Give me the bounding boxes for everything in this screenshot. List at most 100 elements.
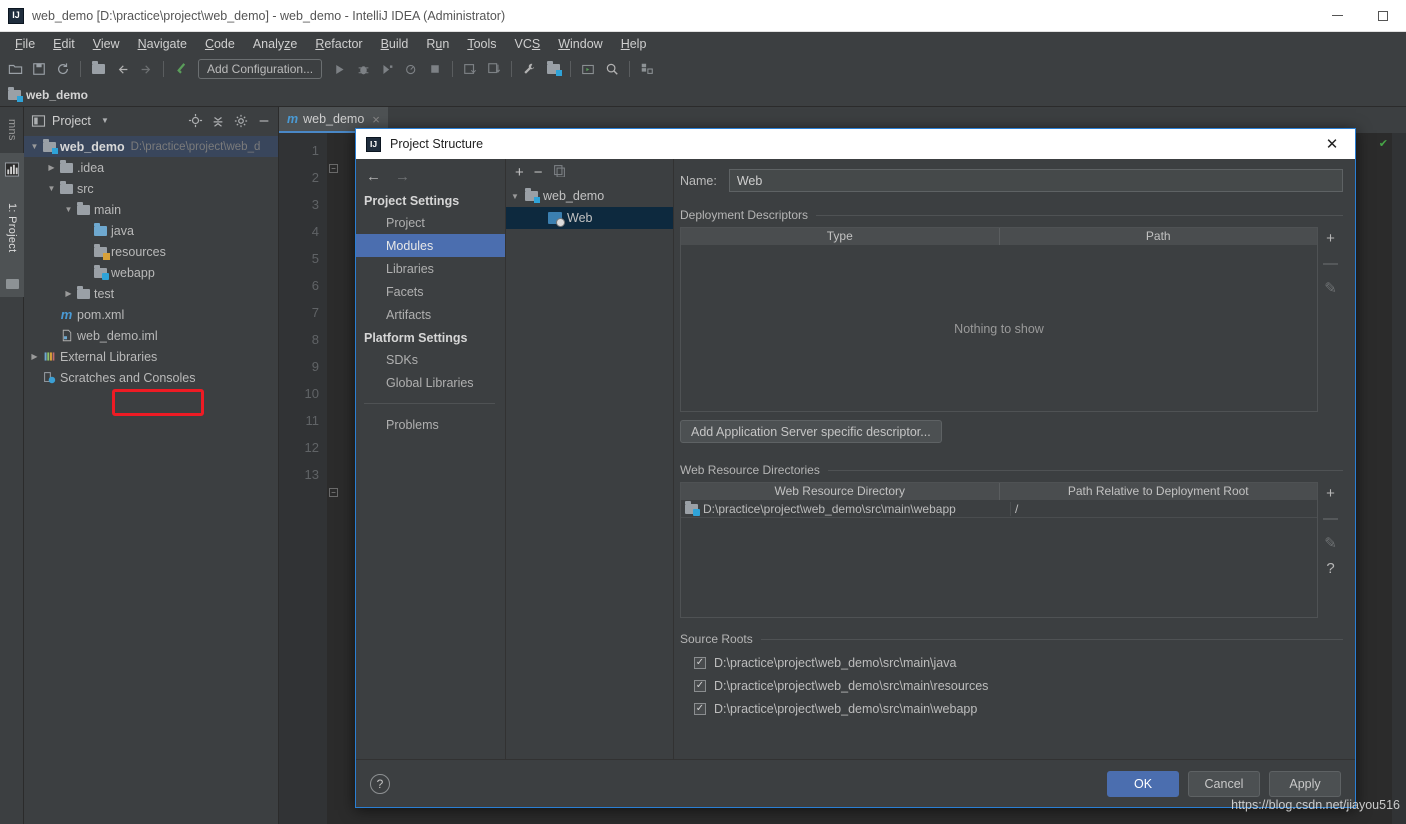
menu-help[interactable]: Help: [612, 35, 656, 53]
project-tree-item-web-demo-iml[interactable]: web_demo.iml: [24, 325, 278, 346]
close-icon[interactable]: ×: [372, 112, 380, 127]
nav-item-libraries[interactable]: Libraries: [356, 257, 505, 280]
hide-icon[interactable]: [255, 112, 273, 130]
source-root-checkbox[interactable]: ✓: [694, 702, 706, 715]
structure-icon[interactable]: [0, 271, 24, 297]
save-icon[interactable]: [28, 58, 50, 80]
project-tree-item--idea[interactable]: ▶ .idea: [24, 157, 278, 178]
sync-icon[interactable]: [52, 58, 74, 80]
chevron-down-icon[interactable]: ▼: [508, 192, 522, 201]
help-icon[interactable]: ?: [1326, 561, 1334, 576]
remove-icon[interactable]: —: [1323, 511, 1338, 526]
settings-wrench-icon[interactable]: [518, 58, 540, 80]
project-tree-item-web-demo[interactable]: ▼ web_demo D:\practice\project\web_d: [24, 136, 278, 157]
add-icon[interactable]: +: [515, 165, 524, 180]
add-icon[interactable]: +: [1326, 486, 1335, 501]
add-configuration-button[interactable]: Add Configuration...: [198, 59, 323, 79]
apply-button[interactable]: Apply: [1269, 770, 1341, 797]
run-with-coverage-icon[interactable]: [376, 58, 398, 80]
chevron-right-icon[interactable]: ▶: [28, 352, 41, 361]
remove-icon[interactable]: −: [534, 165, 543, 180]
analytics-icon[interactable]: [0, 153, 24, 185]
menu-view[interactable]: View: [84, 35, 129, 53]
project-tree-item-scratches-and-consoles[interactable]: Scratches and Consoles: [24, 367, 278, 388]
menu-run[interactable]: Run: [417, 35, 458, 53]
module-tree-item-web-demo[interactable]: ▼ web_demo: [506, 185, 673, 207]
menu-analyze[interactable]: Analyze: [244, 35, 306, 53]
left-tab-beans[interactable]: mns: [0, 107, 24, 153]
chevron-down-icon[interactable]: ▼: [28, 142, 41, 151]
source-root-item[interactable]: ✓ D:\practice\project\web_demo\src\main\j…: [680, 651, 1343, 674]
project-tree-item-java[interactable]: java: [24, 220, 278, 241]
menu-edit[interactable]: Edit: [44, 35, 84, 53]
commit-icon[interactable]: [483, 58, 505, 80]
chevron-right-icon[interactable]: ▶: [45, 163, 58, 172]
nav-item-sdks[interactable]: SDKs: [356, 348, 505, 371]
nav-item-project[interactable]: Project: [356, 211, 505, 234]
menu-tools[interactable]: Tools: [458, 35, 505, 53]
module-tree-item-web[interactable]: Web: [506, 207, 673, 229]
menu-file[interactable]: File: [6, 35, 44, 53]
source-root-checkbox[interactable]: ✓: [694, 679, 706, 692]
copy-icon[interactable]: [553, 164, 566, 180]
menu-build[interactable]: Build: [372, 35, 418, 53]
project-tree-item-external-libraries[interactable]: ▶ External Libraries: [24, 346, 278, 367]
select-target-icon[interactable]: [577, 58, 599, 80]
chevron-down-icon[interactable]: ▼: [45, 184, 58, 193]
profile-icon[interactable]: [400, 58, 422, 80]
chevron-right-icon[interactable]: ▶: [62, 289, 75, 298]
edit-pencil-icon[interactable]: ✎: [1324, 536, 1337, 551]
debug-icon[interactable]: [352, 58, 374, 80]
column-header-path[interactable]: Path: [1000, 228, 1318, 245]
project-tree-item-main[interactable]: ▼ main: [24, 199, 278, 220]
module-name-input[interactable]: Web: [728, 169, 1343, 192]
remove-icon[interactable]: —: [1323, 256, 1338, 271]
nav-item-artifacts[interactable]: Artifacts: [356, 303, 505, 326]
ok-button[interactable]: OK: [1107, 770, 1179, 797]
project-structure-icon[interactable]: [542, 58, 564, 80]
code-fold-icon[interactable]: −: [329, 164, 338, 173]
stop-icon[interactable]: [424, 58, 446, 80]
table-row[interactable]: D:\practice\project\web_demo\src\main\we…: [681, 500, 1317, 518]
build-icon[interactable]: [170, 58, 192, 80]
project-tree-item-webapp[interactable]: webapp: [24, 262, 278, 283]
forward-icon[interactable]: [135, 58, 157, 80]
forward-icon[interactable]: →: [395, 168, 410, 185]
database-icon[interactable]: [636, 58, 658, 80]
nav-item-global-libraries[interactable]: Global Libraries: [356, 371, 505, 394]
run-icon[interactable]: [328, 58, 350, 80]
cancel-button[interactable]: Cancel: [1188, 770, 1260, 797]
deployment-descriptors-table[interactable]: Type Path Nothing to show: [680, 227, 1318, 412]
source-root-item[interactable]: ✓ D:\practice\project\web_demo\src\main\r…: [680, 674, 1343, 697]
column-header-path-relative[interactable]: Path Relative to Deployment Root: [1000, 483, 1318, 500]
chevron-down-icon[interactable]: ▼: [96, 112, 114, 130]
folder-icon[interactable]: [87, 58, 109, 80]
project-tree[interactable]: ▼ web_demo D:\practice\project\web_d ▶ .idea…: [24, 134, 278, 824]
locate-file-icon[interactable]: [186, 112, 204, 130]
search-everywhere-icon[interactable]: [601, 58, 623, 80]
open-icon[interactable]: [4, 58, 26, 80]
source-root-checkbox[interactable]: ✓: [694, 656, 706, 669]
column-header-type[interactable]: Type: [681, 228, 1000, 245]
menu-code[interactable]: Code: [196, 35, 244, 53]
collapse-all-icon[interactable]: [209, 112, 227, 130]
web-resource-directories-table[interactable]: Web Resource Directory Path Relative to …: [680, 482, 1318, 618]
modules-tree[interactable]: ▼ web_demo Web: [506, 185, 673, 229]
dialog-close-button[interactable]: ✕: [1313, 129, 1351, 159]
chevron-down-icon[interactable]: ▼: [62, 205, 75, 214]
column-header-web-resource-directory[interactable]: Web Resource Directory: [681, 483, 1000, 500]
project-panel-title[interactable]: Project: [52, 114, 91, 128]
gear-icon[interactable]: [232, 112, 250, 130]
menu-window[interactable]: Window: [549, 35, 611, 53]
nav-item-problems[interactable]: Problems: [356, 413, 505, 436]
nav-item-modules[interactable]: Modules: [356, 234, 505, 257]
menu-refactor[interactable]: Refactor: [306, 35, 371, 53]
menu-vcs[interactable]: VCS: [506, 35, 550, 53]
back-icon[interactable]: [111, 58, 133, 80]
left-tab-project[interactable]: 1: Project: [0, 185, 24, 271]
project-tree-item-resources[interactable]: resources: [24, 241, 278, 262]
project-tree-item-pom-xml[interactable]: m pom.xml: [24, 304, 278, 325]
back-icon[interactable]: ←: [366, 168, 381, 185]
edit-pencil-icon[interactable]: ✎: [1324, 281, 1337, 296]
help-button[interactable]: ?: [370, 773, 390, 794]
